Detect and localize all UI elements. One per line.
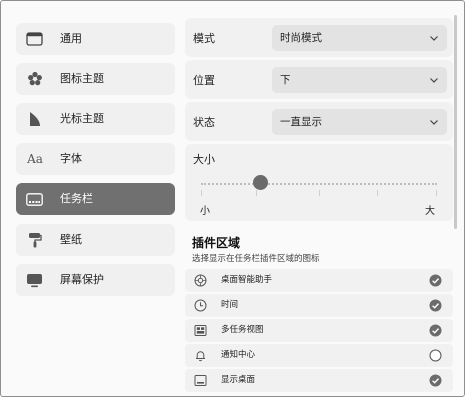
plugin-section-title: 插件区域: [192, 236, 241, 250]
slider-tick: [377, 190, 378, 196]
multitask-icon: [194, 325, 207, 336]
mode-label: 模式: [193, 32, 215, 45]
sidebar-item-general[interactable]: 通用: [16, 23, 175, 55]
chevron-down-icon: [430, 120, 438, 125]
mode-select[interactable]: 时尚模式: [272, 25, 447, 51]
font-icon-text: Aa: [27, 152, 43, 166]
plugin-row-notifications[interactable]: 通知中心: [185, 344, 453, 367]
state-label: 状态: [193, 116, 215, 129]
size-label: 大小: [193, 153, 215, 166]
sidebar-item-label: 图标主题: [60, 72, 104, 85]
checked-icon[interactable]: [429, 299, 442, 312]
sidebar-item-label: 光标主题: [60, 112, 104, 125]
size-slider-track[interactable]: [201, 183, 437, 185]
plugin-label: 时间: [221, 300, 239, 310]
window-icon: [26, 31, 43, 47]
checked-icon[interactable]: [429, 374, 442, 387]
slider-tick: [436, 190, 437, 196]
sidebar-item-icon-theme[interactable]: 图标主题: [16, 63, 175, 95]
plugin-label: 多任务视图: [221, 325, 264, 335]
sidebar-item-taskbar[interactable]: 任务栏: [16, 183, 175, 215]
plugin-label: 桌面智能助手: [221, 275, 273, 285]
clock-icon: [194, 299, 207, 312]
sidebar-item-label: 通用: [60, 32, 82, 45]
content-scrollbar[interactable]: [454, 15, 457, 229]
sidebar-item-font[interactable]: Aa 字体: [16, 143, 175, 175]
slider-tick: [256, 190, 257, 196]
sidebar-item-wallpaper[interactable]: 壁纸: [16, 224, 175, 256]
plugin-row-clock[interactable]: 时间: [185, 294, 453, 317]
sidebar-item-cursor-theme[interactable]: 光标主题: [16, 103, 175, 135]
paint-roller-icon: [26, 232, 43, 248]
plugin-row-show-desktop[interactable]: 显示桌面: [185, 369, 453, 392]
slider-tick: [201, 190, 202, 196]
sidebar: 通用 图标主题 光标主题 Aa 字体 任务栏 壁纸 屏幕保护: [7, 7, 179, 392]
slider-tick: [319, 190, 320, 196]
sidebar-item-screensaver[interactable]: 屏幕保护: [16, 264, 175, 296]
sidebar-item-label: 壁纸: [60, 233, 82, 246]
mode-row: 模式 时尚模式: [185, 18, 453, 57]
plugin-row-assistant[interactable]: 桌面智能助手: [185, 269, 453, 292]
sidebar-item-label: 任务栏: [60, 192, 93, 205]
plugin-label: 通知中心: [221, 350, 256, 360]
size-row: 大小 小 大: [185, 144, 453, 221]
plugin-row-multitask[interactable]: 多任务视图: [185, 319, 453, 342]
sidebar-item-label: 字体: [60, 152, 82, 165]
plugin-section-subtitle: 选择显示在任务栏插件区域的图标: [192, 254, 320, 264]
position-label: 位置: [193, 74, 215, 87]
position-row: 位置 下: [185, 60, 453, 99]
position-value: 下: [280, 74, 291, 86]
unchecked-icon[interactable]: [429, 349, 442, 362]
monitor-icon: [26, 272, 43, 288]
size-min-label: 小: [200, 206, 210, 217]
state-row: 状态 一直显示: [185, 102, 453, 141]
settings-window: 通用 图标主题 光标主题 Aa 字体 任务栏 壁纸 屏幕保护 模式 时尚模式 位…: [0, 0, 465, 397]
position-select[interactable]: 下: [272, 67, 447, 93]
size-max-label: 大: [425, 206, 435, 217]
cursor-icon: [26, 111, 43, 127]
sidebar-item-label: 屏幕保护: [60, 273, 104, 286]
mode-value: 时尚模式: [280, 32, 322, 44]
assistant-icon: [194, 274, 207, 287]
plugin-label: 显示桌面: [221, 375, 256, 385]
taskbar-icon: [26, 191, 43, 207]
taskbar-settings: 模式 时尚模式 位置 下 状态 一直显示 大小 小 大 插件区域 选择显示在任务…: [179, 7, 459, 392]
bell-icon: [196, 351, 205, 362]
chevron-down-icon: [430, 78, 438, 83]
state-value: 一直显示: [280, 116, 322, 128]
flower-icon: [26, 71, 43, 87]
desktop-icon: [194, 375, 207, 386]
font-icon: Aa: [23, 151, 47, 167]
checked-icon[interactable]: [429, 324, 442, 337]
checked-icon[interactable]: [429, 274, 442, 287]
size-slider-thumb[interactable]: [252, 175, 268, 190]
state-select[interactable]: 一直显示: [272, 109, 447, 135]
chevron-down-icon: [430, 36, 438, 41]
